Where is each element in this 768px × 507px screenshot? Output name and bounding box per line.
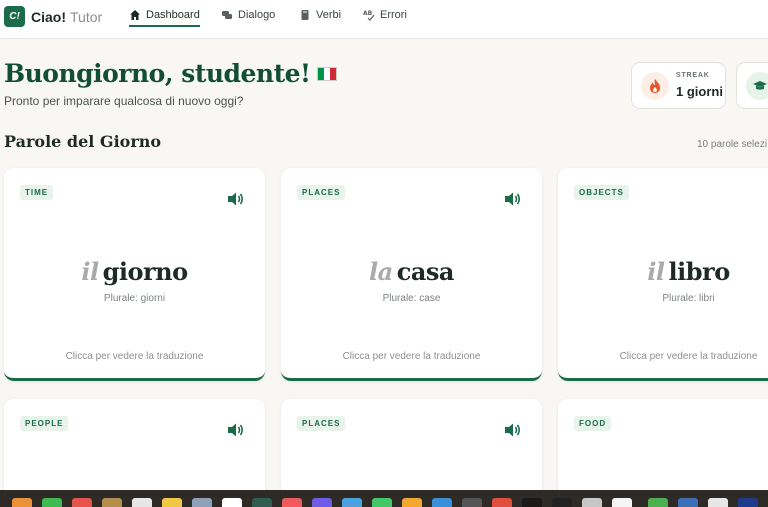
speaker-icon[interactable] [227,422,245,438]
nav-dialogo-label: Dialogo [238,9,276,21]
fire-icon [641,72,669,100]
translation-hint: Clicca per vedere la traduzione [342,351,481,362]
svg-text:AB: AB [363,10,373,17]
translation-hint: Clicca per vedere la traduzione [619,351,758,362]
category-badge: PEOPLE [20,416,69,431]
article: il [81,257,99,286]
dock-app-icon[interactable] [42,498,62,507]
brand-name: Ciao! [31,8,66,25]
dock-app-icon[interactable] [72,498,92,507]
dock-app-icon[interactable] [582,498,602,507]
category-badge: PLACES [297,185,346,200]
graduation-cap-icon [746,72,768,100]
speaker-icon[interactable] [227,191,245,207]
dock-app-icon[interactable] [522,498,542,507]
translation-hint: Clicca per vedere la traduzione [65,351,204,362]
dock-app-icon[interactable] [612,498,632,507]
nav-errori[interactable]: AB Errori [363,9,407,25]
dock-app-icon[interactable] [492,498,512,507]
brand-logo: C! [4,6,25,27]
dock-app-icon[interactable] [252,498,272,507]
spellcheck-icon: AB [363,10,375,21]
nav-verbi-label: Verbi [316,9,342,21]
word-card-giorno[interactable]: TIME il giorno Plurale: giorni Clicca per… [4,168,265,381]
dock-app-icon[interactable] [342,498,362,507]
word-text: la casa [281,257,542,286]
dock-app-icon[interactable] [402,498,422,507]
plural-text: Plurale: libri [662,293,715,304]
greeting-subtitle: Pronto per imparare qualcosa di nuovo og… [4,94,244,108]
dock-app-icon[interactable] [552,498,572,507]
brand-subtitle: Tutor [70,8,103,25]
dock-app-icon[interactable] [162,498,182,507]
dock-app-icon[interactable] [372,498,392,507]
dock-app-icon[interactable] [432,498,452,507]
word-card-casa[interactable]: PLACES la casa Plurale: case Clicca per v… [281,168,542,381]
category-badge: OBJECTS [574,185,629,200]
plural-text: Plurale: giorni [103,293,166,304]
greeting-title: Buongiorno, studente! [4,59,337,88]
noun: libro [668,257,731,286]
plural-text: Plurale: case [382,293,441,304]
article: la [369,257,393,286]
noun: casa [396,257,455,286]
book-icon [301,10,309,20]
dock-app-icon[interactable] [132,498,152,507]
dock-app-icon[interactable] [648,498,668,507]
category-badge: TIME [20,185,54,200]
home-icon [130,10,140,20]
dock-app-icon[interactable] [192,498,212,507]
dock-app-icon[interactable] [222,498,242,507]
category-badge: PLACES [297,416,346,431]
nav-dialogo[interactable]: Dialogo [221,9,275,25]
level-card [736,62,768,109]
greeting-text: Buongiorno, studente! [4,59,311,88]
article: il [647,257,665,286]
speaker-icon[interactable] [504,191,522,207]
brand[interactable]: C! Ciao! Tutor [4,6,102,27]
italy-flag-icon [316,67,337,81]
nav-dashboard-label: Dashboard [146,9,200,21]
system-dock [0,490,768,507]
word-text: il giorno [4,257,265,286]
category-badge: FOOD [574,416,612,431]
dock-app-icon[interactable] [462,498,482,507]
noun: giorno [102,257,189,286]
selected-count: 10 parole selezi [697,139,768,150]
nav-errori-label: Errori [380,9,407,21]
speaker-icon[interactable] [504,422,522,438]
chat-icon [222,11,232,19]
nav-verbi[interactable]: Verbi [299,9,341,25]
dock-app-icon[interactable] [102,498,122,507]
dock-app-icon[interactable] [12,498,32,507]
dock-app-icon[interactable] [282,498,302,507]
word-text: il libro [558,257,768,286]
dock-app-icon[interactable] [708,498,728,507]
streak-card: STREAK 1 giorni [631,62,726,109]
streak-value: 1 giorni [676,84,723,99]
dock-app-icon[interactable] [312,498,332,507]
section-title: Parole del Giorno [4,132,162,151]
dock-app-icon[interactable] [738,498,758,507]
nav-dashboard[interactable]: Dashboard [129,9,200,27]
streak-label: STREAK [676,72,710,79]
top-navigation: C! Ciao! Tutor Dashboard Dialogo Verbi A… [0,0,768,39]
dock-app-icon[interactable] [678,498,698,507]
word-card-libro[interactable]: OBJECTS il libro Plurale: libri Clicca pe… [558,168,768,381]
